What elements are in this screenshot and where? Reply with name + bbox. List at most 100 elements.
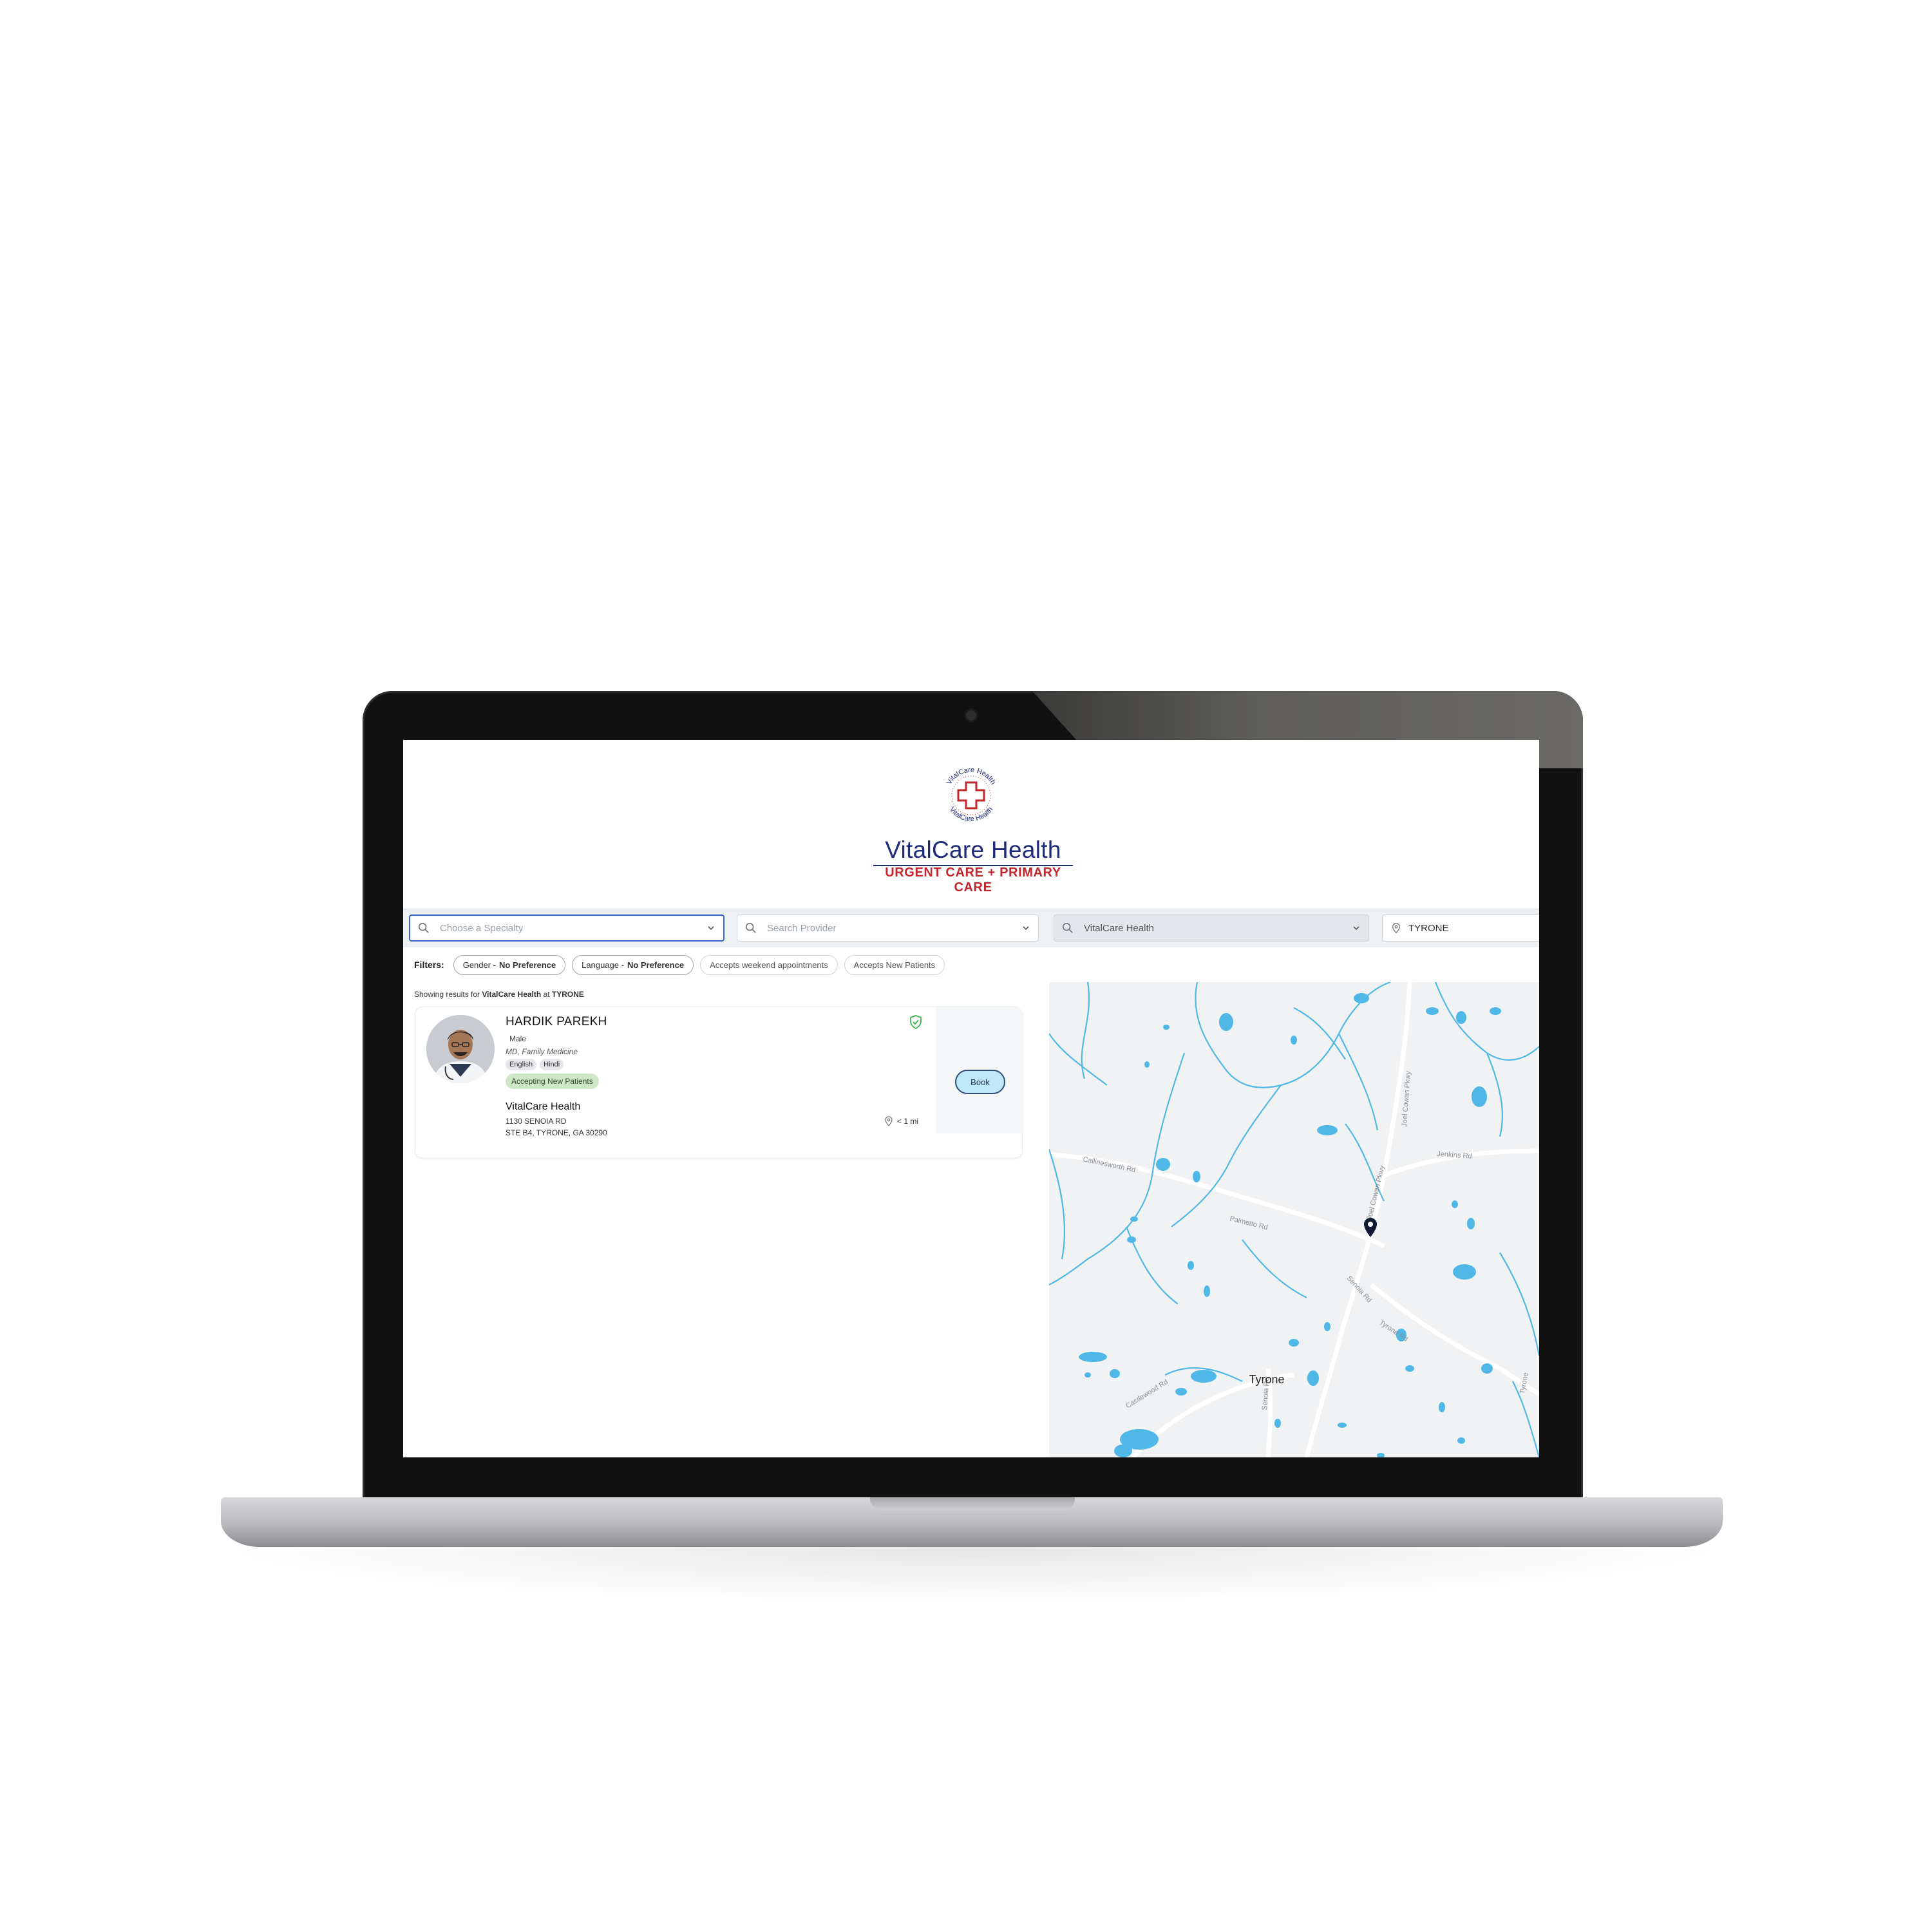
map-waterways [1049,982,1539,1457]
language-badge: Hindi [540,1059,564,1070]
map-stream [1338,1033,1379,1131]
map-lake [1317,1125,1338,1135]
map-road-label: Palmetto Rd [1229,1215,1269,1231]
map-lake [1426,1007,1439,1015]
map-lake [1114,1444,1132,1457]
language-filter-name: Language - [582,960,624,970]
results-connector: at [543,990,550,999]
chevron-down-icon [1023,926,1029,931]
provider-avatar [426,1015,495,1083]
language-filter-value: No Preference [627,960,685,970]
map-roads [1049,982,1539,1457]
map-lake [1307,1370,1319,1386]
map-lake [1193,1171,1200,1182]
map-stream [1049,1033,1108,1086]
map-lake [1472,1086,1487,1107]
organization-value: VitalCare Health [1084,922,1154,934]
specialty-placeholder: Choose a Specialty [440,922,524,934]
laptop-lid: VitalCare Health VitalCare Health VitalC… [363,691,1583,1501]
map-town-label: Tyrone [1249,1373,1284,1386]
results-location: TYRONE [551,990,584,999]
map-lake [1191,1370,1217,1383]
provider-photo [426,1015,495,1083]
map-road-label: Callinesworth Rd [1082,1155,1136,1174]
language-badge: English [506,1059,537,1070]
provider-credentials: MD, Family Medicine [506,1047,578,1056]
map-stream [1081,982,1090,1079]
map-stream [1499,1252,1539,1356]
map-lake [1144,1061,1150,1068]
map-lake [1084,1372,1091,1378]
map-lake [1452,1200,1458,1208]
map-lake [1490,1007,1501,1015]
map-lake [1453,1264,1476,1280]
search-bar: Choose a Specialty Search Provider Vital… [403,909,1539,947]
gender-filter-chip[interactable]: Gender - No Preference [453,954,566,975]
language-filter-chip[interactable]: Language - No Preference [572,954,694,975]
map-road [1049,1152,1385,1249]
provider-languages: English Hindi [506,1059,564,1070]
map-road-labels: Callinesworth Rd Palmetto Rd Senoia Rd T… [1082,1070,1530,1410]
map-lake [1354,993,1369,1003]
map-stream [1242,1239,1307,1298]
gender-filter-name: Gender - [462,960,496,970]
map-lake [1467,1218,1475,1229]
location-pin-icon [885,1116,893,1126]
map-canvas: Callinesworth Rd Palmetto Rd Senoia Rd T… [1049,982,1539,1457]
provider-distance: < 1 mi [884,1116,918,1126]
map-lake [1156,1158,1170,1171]
book-button[interactable]: Book [955,1070,1005,1094]
search-icon [745,922,756,933]
filters-label: Filters: [414,960,444,970]
laptop-opening-notch [870,1497,1075,1510]
booking-panel: Book [936,1007,1023,1133]
map-stream [1486,1052,1504,1137]
provider-gender: Male [509,1034,527,1043]
map-stream [1049,1149,1066,1260]
search-icon [418,922,429,933]
map-lake [1289,1339,1299,1347]
gender-filter-value: No Preference [499,960,556,970]
map-lake [1274,1419,1281,1428]
new-patients-filter-chip[interactable]: Accepts New Patients [844,954,945,975]
map-lakes [1079,993,1501,1457]
weekend-filter-chip[interactable]: Accepts weekend appointments [700,954,838,975]
map-lake [1079,1352,1107,1362]
map-view[interactable]: Callinesworth Rd Palmetto Rd Senoia Rd T… [1049,982,1539,1457]
specialty-select[interactable]: Choose a Specialty [409,914,724,942]
search-icon [1062,922,1073,933]
provider-placeholder: Search Provider [767,922,837,934]
chevron-down-icon [708,926,714,931]
map-lake [1439,1402,1445,1412]
map-lake [1481,1363,1493,1374]
map-pin-icon[interactable] [1364,1218,1377,1237]
webcam [966,710,976,721]
results-prefix: Showing results for [414,990,480,999]
map-lake [1405,1365,1414,1372]
clinic-name: VitalCare Health [506,1101,581,1112]
map-lake [1130,1217,1138,1222]
results-organization: VitalCare Health [482,990,542,999]
address-line-1: 1130 SENOIA RD [506,1117,567,1126]
browser-viewport: VitalCare Health VitalCare Health VitalC… [403,740,1539,1457]
chevron-down-icon [1353,926,1359,931]
map-road [1369,1283,1539,1396]
provider-search-input[interactable]: Search Provider [737,914,1039,942]
site-header: VitalCare Health VitalCare Health VitalC… [403,740,1539,909]
map-stream [1293,1007,1346,1060]
shield-check-icon [910,1015,922,1029]
map-lake [1175,1388,1187,1396]
map-lake [1163,1025,1170,1030]
provider-card[interactable]: HARDIK PAREKH Male MD, Family Medicine E… [415,1007,1023,1159]
results-pane: Showing results for VitalCare Health at … [403,982,1049,1457]
location-pin-icon [1392,923,1401,934]
map-lake [1219,1013,1233,1031]
provider-name[interactable]: HARDIK PAREKH [506,1015,607,1029]
location-input[interactable]: TYRONE [1382,914,1539,942]
map-lake [1204,1285,1210,1297]
organization-select[interactable]: VitalCare Health [1054,914,1369,942]
map-lake [1338,1423,1347,1428]
filter-bar: Filters: Gender - No Preference Language … [403,947,1539,982]
map-road-label: Castlewood Rd [1124,1378,1170,1410]
brand-tagline: URGENT CARE + PRIMARY CARE [885,866,1061,895]
